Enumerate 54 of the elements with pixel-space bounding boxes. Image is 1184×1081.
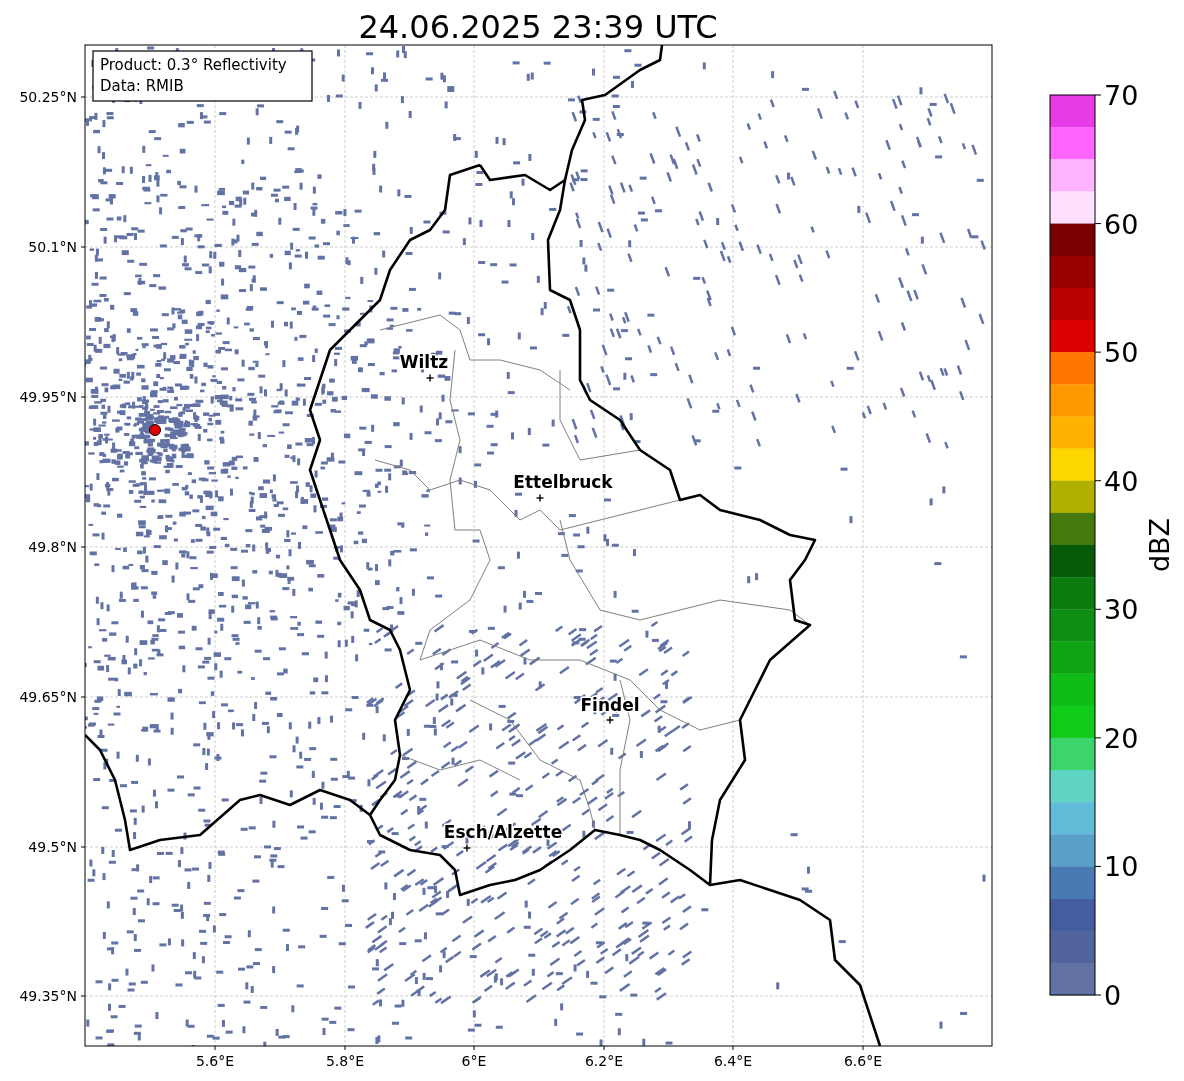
axis-tick [1094,480,1102,482]
scale-title: dBZ [1144,517,1175,573]
city-marker [535,493,545,503]
axis-tick [80,246,86,248]
legend-text: Data: RMIB [100,77,184,95]
latitude-label: 49.95°N [19,389,77,405]
radar-site-marker [149,424,161,436]
longitude-label: 6°E [461,1053,487,1069]
scale-label: 30 [1104,594,1139,626]
axis-tick [862,1045,864,1051]
axis-tick [603,1045,605,1051]
axis-tick [1094,608,1102,610]
city-label: Wiltz [399,352,449,372]
latitude-label: 49.8°N [28,539,77,555]
scale-label: 50 [1104,337,1139,369]
city-marker [462,843,472,853]
longitude-label: 5.8°E [325,1053,365,1069]
longitude-label: 6.6°E [843,1053,883,1069]
axis-tick [1094,865,1102,867]
axis-tick [1094,223,1102,225]
axis-tick [80,995,86,997]
axis-tick [1094,94,1102,96]
axis-tick [80,96,86,98]
axis-tick [344,1045,346,1051]
longitude-label: 6.2°E [584,1053,624,1069]
longitude-label: 5.6°E [195,1053,235,1069]
city-label: Ettelbruck [513,472,613,492]
chart-title: 24.06.2025 23:39 UTC [358,8,718,46]
scale-label: 60 [1104,208,1139,240]
axis-tick [80,846,86,848]
scale-label: 20 [1104,722,1139,754]
legend-text: Product: 0.3° Reflectivity [100,56,287,74]
axis-tick [80,396,86,398]
axis-tick [80,546,86,548]
latitude-label: 49.65°N [19,689,77,705]
axis-tick [1094,994,1102,996]
city-marker [425,373,435,383]
scale-label: 70 [1104,80,1139,111]
axis-tick [80,696,86,698]
axis-tick [1094,737,1102,739]
scale-label: 40 [1104,465,1139,497]
scale-label: 10 [1104,851,1139,883]
scale-label: 0 [1104,980,1122,1011]
city-marker [605,715,615,725]
latitude-label: 50.1°N [28,239,77,255]
latitude-label: 49.5°N [28,839,77,855]
city-label: Findel [580,695,640,715]
latitude-label: 49.35°N [19,988,77,1004]
latitude-label: 50.25°N [19,89,77,105]
longitude-label: 6.4°E [713,1053,753,1069]
axis-tick [473,1045,475,1051]
axis-tick [214,1045,216,1051]
axis-tick [1094,351,1102,353]
axis-tick [732,1045,734,1051]
